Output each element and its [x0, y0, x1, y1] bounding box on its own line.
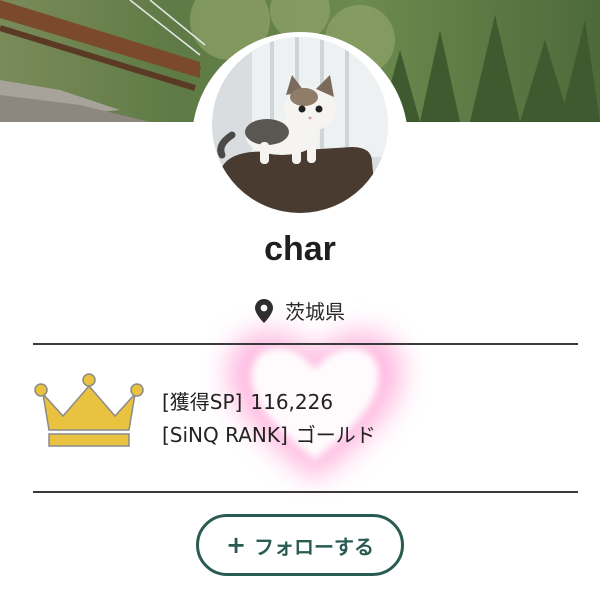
points-label: [獲得SP] [162, 390, 243, 414]
crown-icon [33, 372, 145, 452]
rank-value: ゴールド [295, 423, 376, 447]
follow-button[interactable]: + フォローする [196, 514, 404, 576]
username: char [264, 230, 336, 268]
divider-bottom [33, 491, 578, 493]
plus-icon: + [225, 531, 247, 559]
divider-top [33, 343, 578, 345]
avatar[interactable] [212, 37, 388, 213]
location-text: 茨城県 [285, 300, 345, 324]
map-pin-icon [255, 298, 273, 323]
points-row: [獲得SP] 116,226 [162, 386, 376, 419]
rank-label: [SiNQ RANK] [162, 423, 288, 447]
points-value: 116,226 [250, 390, 334, 414]
stats-block: [獲得SP] 116,226 [SiNQ RANK] ゴールド [162, 386, 376, 452]
rank-row: [SiNQ RANK] ゴールド [162, 419, 376, 452]
location: 茨城県 [0, 296, 600, 325]
follow-label: フォローする [254, 534, 375, 559]
